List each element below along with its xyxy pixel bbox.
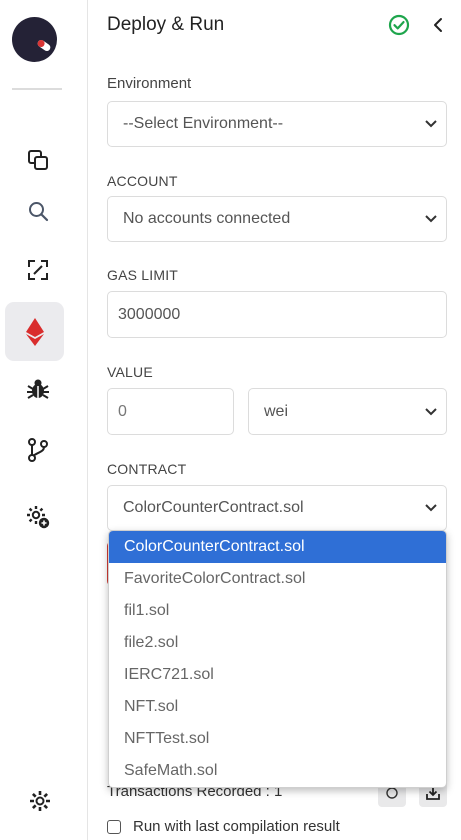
deploy-run-icon[interactable] [5, 302, 64, 361]
search-icon[interactable] [20, 193, 56, 229]
check-circle-icon [388, 14, 410, 36]
page-title: Deploy & Run [107, 14, 225, 35]
solidity-compiler-icon[interactable] [20, 252, 56, 288]
run-last-compilation-label: Run with last compilation result [133, 818, 340, 835]
chevron-down-icon [425, 120, 437, 128]
git-icon[interactable] [20, 432, 56, 468]
account-select[interactable]: No accounts connected [107, 196, 447, 242]
chevron-down-icon [425, 504, 437, 512]
contract-option[interactable]: NFTTest.sol [109, 723, 446, 755]
contract-option[interactable]: ColorCounterContract.sol [109, 531, 446, 563]
debugger-icon[interactable] [20, 371, 56, 407]
settings-icon[interactable] [28, 789, 52, 813]
contract-dropdown-list: ColorCounterContract.sol FavoriteColorCo… [108, 530, 447, 788]
environment-select[interactable]: --Select Environment-- [107, 101, 447, 147]
icon-rail [0, 0, 88, 840]
contract-select[interactable]: ColorCounterContract.sol [107, 485, 447, 531]
gas-limit-label: GAS LIMIT [107, 267, 179, 283]
run-last-compilation-row: Run with last compilation result [107, 818, 340, 835]
account-label: ACCOUNT [107, 173, 178, 189]
file-explorer-icon[interactable] [20, 142, 56, 178]
remix-logo[interactable] [12, 17, 57, 62]
contract-label: CONTRACT [107, 461, 187, 477]
contract-option[interactable]: IERC721.sol [109, 659, 446, 691]
value-unit-select[interactable]: wei [248, 388, 447, 435]
environment-value: --Select Environment-- [123, 115, 284, 132]
rail-divider [12, 88, 62, 90]
account-value: No accounts connected [123, 210, 291, 227]
environment-label: Environment [107, 75, 192, 92]
contract-value: ColorCounterContract.sol [123, 499, 304, 516]
value-unit: wei [264, 402, 289, 420]
value-amount-input[interactable]: 0 [107, 388, 234, 435]
gas-limit-input[interactable]: 3000000 [107, 291, 447, 338]
deploy-run-panel: Deploy & Run Environment --Select Enviro… [89, 0, 461, 840]
contract-option[interactable]: file2.sol [109, 627, 446, 659]
contract-option[interactable]: NFT.sol [109, 691, 446, 723]
chevron-down-icon [425, 407, 437, 415]
contract-option[interactable]: fil1.sol [109, 595, 446, 627]
chevron-left-icon[interactable] [430, 15, 446, 35]
value-label: VALUE [107, 364, 153, 380]
chevron-down-icon [425, 215, 437, 223]
contract-option[interactable]: SafeMath.sol [109, 755, 446, 787]
plugin-manager-icon[interactable] [20, 499, 56, 535]
run-last-compilation-checkbox[interactable] [107, 819, 121, 834]
contract-option[interactable]: FavoriteColorContract.sol [109, 563, 446, 595]
